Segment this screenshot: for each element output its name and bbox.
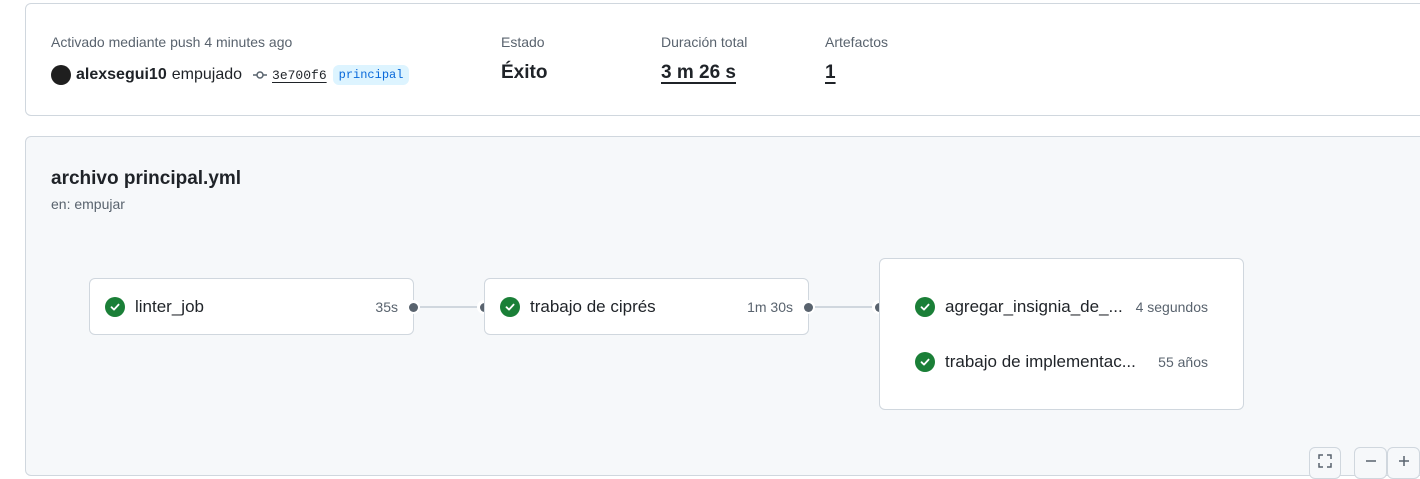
- minus-icon: [1364, 454, 1378, 473]
- status-value: Éxito: [501, 62, 548, 83]
- job-duration: 1m 30s: [747, 299, 793, 315]
- artifacts-label: Artefactos: [825, 34, 889, 50]
- check-circle-icon: [105, 297, 125, 317]
- avatar[interactable]: [51, 65, 71, 85]
- plus-icon: [1397, 454, 1411, 473]
- trigger-row: alexsegui10 empujado 3e700f6 principal: [51, 63, 410, 87]
- job-row: trabajo de ciprés: [500, 297, 656, 317]
- duration-label: Duración total: [661, 34, 748, 50]
- fullscreen-icon: [1317, 453, 1333, 474]
- workflow-file-title: archivo principal.yml: [51, 168, 242, 189]
- check-circle-icon: [915, 297, 935, 317]
- job-duration: 35s: [375, 299, 398, 315]
- workflow-trigger-subtitle: en: empujar: [51, 196, 125, 212]
- job-deploy-row[interactable]: trabajo de implementac...: [915, 352, 1136, 372]
- status-label: Estado: [501, 34, 545, 50]
- workflow-graph-card: archivo principal.yml en: empujar linter…: [25, 136, 1420, 479]
- job-name: trabajo de implementac...: [945, 352, 1136, 371]
- commit-sha-link[interactable]: 3e700f6: [272, 68, 327, 83]
- job-name: linter_job: [135, 297, 204, 316]
- job-connector: [420, 306, 478, 308]
- job-name: agregar_insignia_de_...: [945, 297, 1123, 316]
- zoom-out-button[interactable]: [1354, 447, 1387, 479]
- user-link[interactable]: alexsegui10: [76, 66, 167, 84]
- job-cypress[interactable]: trabajo de ciprés 1m 30s: [484, 278, 809, 335]
- trigger-verb: empujado: [171, 66, 243, 83]
- job-name: trabajo de ciprés: [530, 297, 656, 316]
- job-linter[interactable]: linter_job 35s: [89, 278, 414, 335]
- job-row: linter_job: [105, 297, 204, 317]
- zoom-in-button[interactable]: [1387, 447, 1420, 479]
- check-circle-icon: [500, 297, 520, 317]
- branch-badge[interactable]: principal: [332, 65, 410, 85]
- job-output-dot: [801, 300, 815, 314]
- job-duration: 4 segundos: [1135, 299, 1208, 315]
- git-commit-icon: [252, 67, 268, 83]
- duration-link[interactable]: 3 m 26 s: [661, 62, 736, 84]
- job-output-dot: [406, 300, 420, 314]
- trigger-label: Activado mediante push 4 minutes ago: [51, 34, 293, 50]
- artifacts-link[interactable]: 1: [825, 62, 836, 84]
- job-duration: 55 años: [1158, 354, 1208, 370]
- fullscreen-button[interactable]: [1309, 447, 1341, 479]
- run-summary-card: Activado mediante push 4 minutes ago ale…: [25, 3, 1420, 116]
- check-circle-icon: [915, 352, 935, 372]
- job-group: agregar_insignia_de_... 4 segundos traba…: [879, 258, 1244, 410]
- job-badge-row[interactable]: agregar_insignia_de_...: [915, 297, 1123, 317]
- job-connector: [815, 306, 873, 308]
